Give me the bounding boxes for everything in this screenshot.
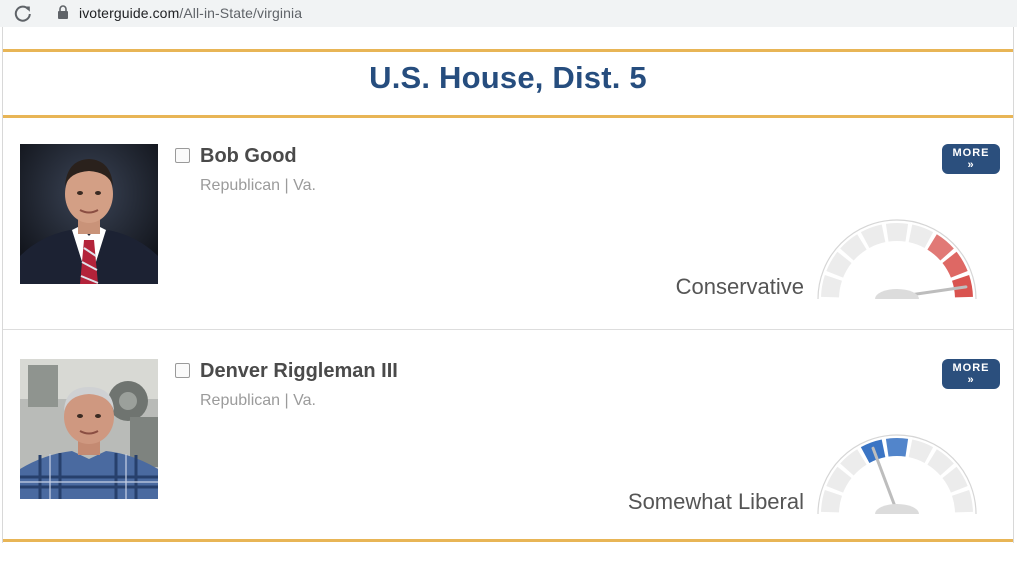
rating-gauge bbox=[817, 434, 977, 514]
candidate-photo bbox=[20, 144, 158, 284]
header-top-rule bbox=[3, 49, 1013, 52]
rating-label: Somewhat Liberal bbox=[627, 489, 804, 514]
gauge-segment bbox=[885, 438, 909, 457]
more-button[interactable]: MORE » bbox=[942, 359, 1000, 389]
candidate-party: Republican | Va. bbox=[200, 177, 316, 194]
more-button[interactable]: MORE » bbox=[942, 144, 1000, 174]
gauge-segment bbox=[821, 275, 842, 298]
browser-toolbar: ivoterguide.com/All-in-State/virginia bbox=[0, 0, 1017, 27]
gauge-segment bbox=[860, 224, 886, 248]
frame-border-right bbox=[1013, 27, 1014, 543]
compare-checkbox[interactable] bbox=[175, 363, 190, 378]
candidate-card: Denver Riggleman III Republican | Va. MO… bbox=[3, 359, 1013, 569]
candidate-name: Bob Good bbox=[200, 145, 297, 167]
rating-gauge bbox=[817, 219, 977, 299]
gauge-segment bbox=[927, 449, 954, 476]
candidate-party: Republican | Va. bbox=[200, 392, 316, 409]
lock-icon bbox=[58, 5, 68, 19]
gauge-segment bbox=[952, 490, 973, 513]
candidate-card: Bob Good Republican | Va. MORE » Conserv… bbox=[3, 144, 1013, 354]
gauge-segment bbox=[885, 223, 909, 242]
gauge-hub bbox=[875, 289, 919, 299]
address-bar[interactable]: ivoterguide.com/All-in-State/virginia bbox=[46, 1, 1017, 25]
url-text: ivoterguide.com/All-in-State/virginia bbox=[79, 5, 302, 21]
reload-icon[interactable] bbox=[13, 4, 33, 22]
compare-checkbox[interactable] bbox=[175, 148, 190, 163]
gauge-segment bbox=[908, 439, 934, 463]
gauge-segment bbox=[826, 251, 852, 278]
url-path: /All-in-State/virginia bbox=[179, 5, 303, 21]
gauge-segment bbox=[826, 466, 852, 493]
candidate-name: Denver Riggleman III bbox=[200, 360, 398, 382]
header-bottom-rule bbox=[3, 115, 1013, 118]
url-host: ivoterguide.com bbox=[79, 5, 180, 21]
gauge-segment bbox=[942, 466, 968, 493]
gauge-segment bbox=[942, 251, 968, 278]
gauge-hub bbox=[875, 504, 919, 514]
gauge-segment bbox=[821, 490, 842, 513]
gauge-segment bbox=[840, 234, 867, 261]
footer-rule bbox=[3, 539, 1013, 542]
gauge-segment bbox=[840, 449, 867, 476]
gauge-segment bbox=[908, 224, 934, 248]
race-title: U.S. House, Dist. 5 bbox=[369, 60, 647, 95]
candidate-photo bbox=[20, 359, 158, 499]
rating-label: Conservative bbox=[675, 274, 804, 299]
card-divider bbox=[3, 329, 1013, 330]
gauge-segment bbox=[927, 234, 954, 261]
